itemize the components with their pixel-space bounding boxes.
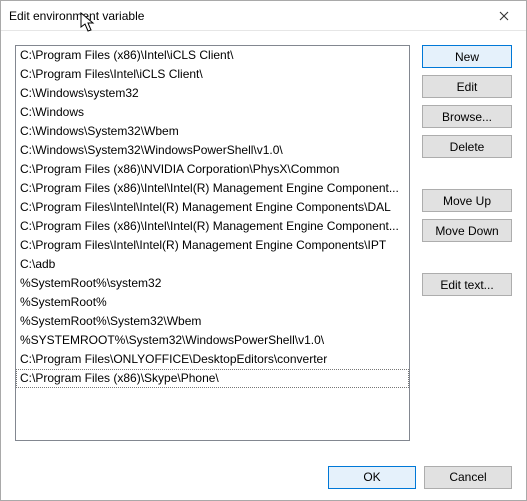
dialog-body: C:\Program Files (x86)\Intel\iCLS Client… [1,31,526,454]
path-entry[interactable]: C:\adb [16,255,409,274]
titlebar: Edit environment variable [1,1,526,31]
new-button[interactable]: New [422,45,512,68]
path-entry[interactable]: C:\Program Files (x86)\Intel\iCLS Client… [16,46,409,65]
path-entry[interactable]: C:\Program Files (x86)\Intel\Intel(R) Ma… [16,179,409,198]
path-entry[interactable]: C:\Program Files\ONLYOFFICE\DesktopEdito… [16,350,409,369]
button-sidebar: New Edit Browse... Delete Move Up Move D… [422,45,512,454]
path-entry[interactable]: C:\Windows\System32\Wbem [16,122,409,141]
path-entry[interactable]: C:\Windows\System32\WindowsPowerShell\v1… [16,141,409,160]
path-entry[interactable]: %SystemRoot%\system32 [16,274,409,293]
dialog-footer: OK Cancel [1,454,526,500]
path-entry[interactable]: C:\Windows [16,103,409,122]
path-entry[interactable]: C:\Program Files\Intel\iCLS Client\ [16,65,409,84]
browse-button[interactable]: Browse... [422,105,512,128]
path-listbox[interactable]: C:\Program Files (x86)\Intel\iCLS Client… [15,45,410,441]
delete-button[interactable]: Delete [422,135,512,158]
close-button[interactable] [481,1,526,30]
path-entry[interactable]: C:\Program Files (x86)\Skype\Phone\ [16,369,409,388]
path-entry[interactable]: %SystemRoot%\System32\Wbem [16,312,409,331]
move-down-button[interactable]: Move Down [422,219,512,242]
ok-button[interactable]: OK [328,466,416,489]
path-entry[interactable]: C:\Program Files\Intel\Intel(R) Manageme… [16,198,409,217]
path-entry[interactable]: C:\Windows\system32 [16,84,409,103]
close-icon [499,11,509,21]
move-up-button[interactable]: Move Up [422,189,512,212]
dialog-edit-env-var: Edit environment variable C:\Program Fil… [0,0,527,501]
path-entry[interactable]: C:\Program Files\Intel\Intel(R) Manageme… [16,236,409,255]
path-entry[interactable]: C:\Program Files (x86)\Intel\Intel(R) Ma… [16,217,409,236]
edit-button[interactable]: Edit [422,75,512,98]
path-entry[interactable]: C:\Program Files (x86)\NVIDIA Corporatio… [16,160,409,179]
window-title: Edit environment variable [9,9,481,23]
cancel-button[interactable]: Cancel [424,466,512,489]
edit-text-button[interactable]: Edit text... [422,273,512,296]
path-entry[interactable]: %SYSTEMROOT%\System32\WindowsPowerShell\… [16,331,409,350]
path-entry[interactable]: %SystemRoot% [16,293,409,312]
